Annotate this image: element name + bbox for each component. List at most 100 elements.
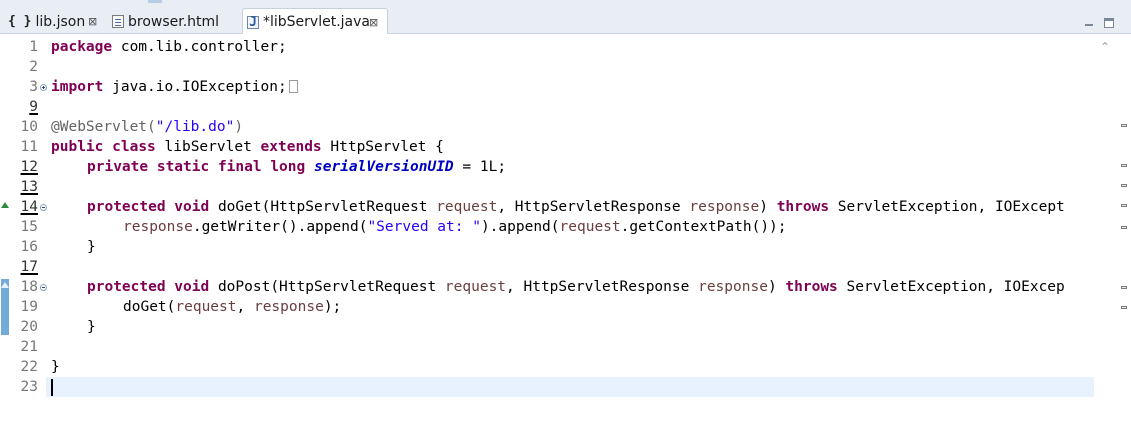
keyword: protected void [87, 199, 210, 215]
overview-marker[interactable] [1121, 184, 1127, 187]
code-line: response.getWriter().append("Served at: … [123, 217, 787, 237]
code-line: protected void doGet(HttpServletRequest … [87, 197, 1065, 217]
line-number: 21 [20, 339, 38, 355]
line-number: 23 [20, 379, 38, 395]
line-number: 20 [20, 319, 38, 335]
maximize-icon[interactable] [1104, 18, 1114, 28]
code-text: HttpServlet { [321, 139, 444, 155]
keyword: import [51, 79, 104, 95]
close-icon[interactable]: ⊠ [369, 16, 378, 29]
line-number: 9 [29, 99, 38, 115]
editor-tab-bar: { } lib.json ⊠ browser.html J *libServle… [0, 7, 1131, 35]
line-number: 19 [20, 299, 38, 315]
line-number: 2 [29, 59, 38, 75]
keyword: private static final long [87, 159, 306, 175]
code-editor[interactable]: 1 2 3 9 10 11 12 13 14 15 16 17 18 19 20… [0, 34, 1131, 443]
tab-libservlet-java[interactable]: J *libServlet.java ⊠ [242, 8, 388, 35]
line-number: 10 [20, 119, 38, 135]
code-line: doGet(request, response); [123, 297, 341, 317]
overview-marker[interactable] [1121, 286, 1127, 289]
code-text: ) [759, 199, 777, 215]
overview-marker[interactable] [1121, 204, 1127, 207]
annotation-ruler [0, 34, 9, 443]
code-line: private static final long serialVersionU… [87, 157, 506, 177]
string-literal: "Served at: " [367, 219, 481, 235]
overview-marker[interactable] [1121, 164, 1127, 167]
parameter: response [123, 219, 193, 235]
code-text: doGet(HttpServletRequest [209, 199, 437, 215]
line-number: 15 [20, 219, 38, 235]
tab-lib-json[interactable]: { } lib.json ⊠ [4, 9, 104, 34]
keyword: package [51, 39, 113, 55]
line-number: 11 [20, 139, 38, 155]
parameter: response [253, 299, 324, 315]
line-number: 3 [29, 79, 38, 95]
code-text: com.lib.controller; [112, 39, 287, 55]
code-line: protected void doPost(HttpServletRequest… [87, 277, 1065, 297]
overview-marker[interactable] [1121, 306, 1127, 309]
close-icon[interactable]: ⊠ [88, 15, 97, 28]
line-number: 1 [29, 39, 38, 55]
code-line: } [51, 357, 60, 377]
code-line: } [87, 317, 96, 337]
parameter: response [698, 279, 768, 295]
keyword: public [51, 139, 104, 155]
overview-marker[interactable] [1121, 124, 1127, 127]
code-line: import java.io.IOException; [51, 77, 298, 97]
java-file-icon: J [247, 15, 259, 29]
code-text-area[interactable]: package com.lib.controller; import java.… [46, 34, 1096, 443]
keyword: class [112, 139, 156, 155]
code-text: , HttpServletResponse [497, 199, 690, 215]
line-number: 17 [20, 259, 38, 275]
minimize-icon[interactable] [1084, 18, 1094, 28]
parameter: request [559, 219, 621, 235]
code-line: @WebServlet("/lib.do") [51, 117, 243, 137]
annotation: ) [234, 119, 244, 135]
code-text: java.io.IOException; [103, 79, 287, 95]
line-number: 13 [20, 179, 38, 195]
annotation: @WebServlet( [51, 119, 156, 135]
code-text: , HttpServletResponse [506, 279, 699, 295]
parameter: request [436, 199, 498, 215]
tab-label: *libServlet.java [263, 14, 370, 30]
parameter: request [175, 299, 237, 315]
keyword: throws [776, 199, 830, 215]
window-top-strip [0, 0, 1131, 7]
json-file-icon: { } [8, 14, 32, 29]
tab-browser-html[interactable]: browser.html [108, 9, 240, 34]
code-text: ); [323, 299, 342, 315]
keyword: protected void [87, 279, 210, 295]
line-number: 22 [20, 359, 38, 375]
line-number: 16 [20, 239, 38, 255]
parameter: request [444, 279, 507, 295]
code-text: ).append( [480, 219, 560, 235]
code-line: } [87, 237, 96, 257]
overview-ruler[interactable] [1096, 34, 1131, 443]
code-line: package com.lib.controller; [51, 37, 287, 57]
line-number: 14 [20, 199, 38, 215]
code-text: ServletException, IOExcept [829, 199, 1065, 215]
code-line: public class libServlet extends HttpServ… [51, 137, 444, 157]
overview-marker[interactable] [1121, 226, 1127, 229]
keyword: extends [260, 139, 322, 155]
keyword: throws [785, 279, 838, 295]
code-text: libServlet [155, 139, 261, 155]
folded-code-icon[interactable] [288, 80, 298, 93]
code-text: .getWriter().append( [192, 219, 368, 235]
parameter: response [689, 199, 760, 215]
text-caret [51, 379, 53, 396]
code-text: , [236, 299, 254, 315]
html-file-icon [112, 15, 124, 28]
tab-label: lib.json [35, 13, 86, 30]
code-text: .getContextPath()); [620, 219, 787, 235]
code-text: doGet( [123, 299, 176, 315]
scroll-up-icon[interactable]: ⌃ [1100, 40, 1110, 54]
code-text: } [87, 239, 96, 255]
code-text: = 1L; [453, 159, 507, 175]
tab-label: browser.html [128, 13, 220, 30]
string-literal: "/lib.do" [155, 119, 235, 135]
code-text: ServletException, IOExcep [837, 279, 1065, 295]
code-text: ) [767, 279, 786, 295]
line-number: 18 [20, 279, 38, 295]
code-text: } [87, 319, 96, 335]
